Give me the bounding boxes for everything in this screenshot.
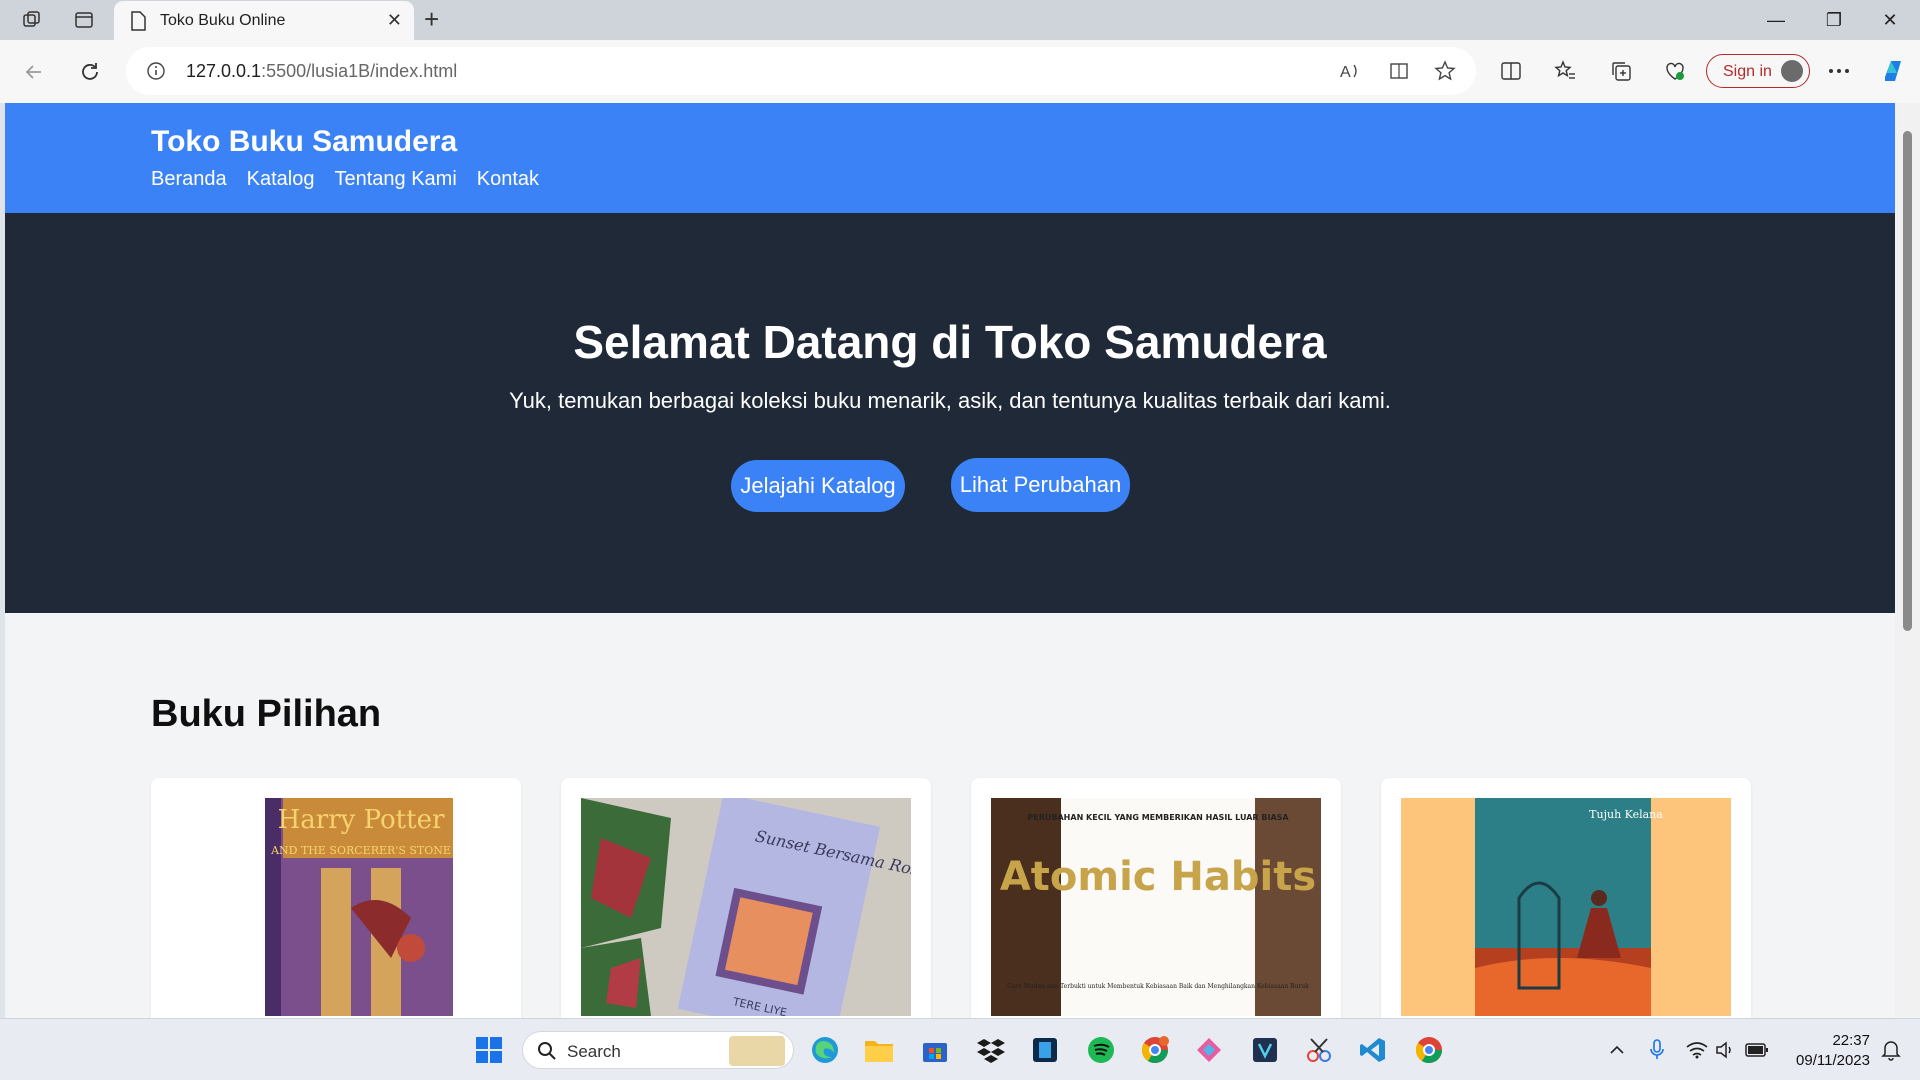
profile-avatar-icon	[1781, 60, 1803, 82]
back-icon[interactable]	[16, 54, 52, 90]
app-icon[interactable]	[1248, 1033, 1282, 1067]
book-card[interactable]: Harry Potter AND THE SORCERER'S STONE	[151, 778, 521, 1018]
microsoft-store-icon[interactable]	[918, 1033, 952, 1067]
book-cover-image: PERUBAHAN KECIL YANG MEMBERIKAN HASIL LU…	[991, 798, 1321, 1016]
url-text[interactable]: 127.0.0.1:5500/lusia1B/index.html	[186, 61, 457, 82]
cover-tagline: PERUBAHAN KECIL YANG MEMBERIKAN HASIL LU…	[1027, 813, 1289, 822]
main-nav: Beranda Katalog Tentang Kami Kontak	[151, 168, 539, 191]
battery-icon[interactable]	[1740, 1033, 1774, 1067]
section-title: Buku Pilihan	[151, 693, 382, 735]
page-icon	[130, 11, 146, 36]
nav-link-katalog[interactable]: Katalog	[247, 168, 315, 191]
explore-catalog-button[interactable]: Jelajahi Katalog	[731, 460, 905, 512]
book-cover-image: Sunset Bersama Rosie TERE LIYE	[581, 798, 911, 1016]
hero-section: Selamat Datang di Toko Samudera Yuk, tem…	[5, 213, 1895, 613]
svg-text:A: A	[1340, 64, 1351, 81]
search-highlight-icon	[729, 1036, 785, 1066]
favorites-icon[interactable]	[1548, 54, 1582, 88]
nav-link-beranda[interactable]: Beranda	[151, 168, 227, 191]
address-bar[interactable]: 127.0.0.1:5500/lusia1B/index.html A	[126, 47, 1476, 95]
cover-title: Harry Potter	[278, 805, 445, 835]
dropbox-icon[interactable]	[974, 1033, 1008, 1067]
book-cover-image: Tujuh Kelana	[1401, 798, 1731, 1016]
taskbar-search[interactable]: Search	[522, 1031, 794, 1069]
show-hidden-icons-icon[interactable]	[1600, 1033, 1634, 1067]
collections-icon[interactable]	[1604, 54, 1638, 88]
chrome-icon[interactable]	[1412, 1033, 1446, 1067]
hero-title: Selamat Datang di Toko Samudera	[573, 316, 1327, 368]
microphone-icon[interactable]	[1640, 1033, 1674, 1067]
minimize-icon[interactable]: —	[1748, 6, 1804, 34]
book-card[interactable]: Tujuh Kelana	[1381, 778, 1751, 1018]
split-screen-icon[interactable]	[1494, 54, 1528, 88]
file-explorer-icon[interactable]	[862, 1033, 896, 1067]
new-tab-icon[interactable]: +	[424, 6, 439, 32]
site-brand[interactable]: Toko Buku Samudera	[151, 125, 457, 159]
tab-title: Toko Buku Online	[160, 12, 286, 29]
cover-subtitle: Cara Mudah dan Terbukti untuk Membentuk …	[1007, 983, 1309, 990]
browser-essentials-icon[interactable]	[1658, 54, 1692, 88]
browser-tab-bar: Toko Buku Online ✕ + — ❐ ✕	[0, 0, 1920, 40]
copilot-icon[interactable]	[1876, 54, 1910, 88]
app-icon[interactable]	[1028, 1033, 1062, 1067]
edge-icon[interactable]	[808, 1033, 842, 1067]
page-scrollbar[interactable]	[1895, 103, 1920, 1018]
site-info-icon[interactable]	[146, 61, 166, 86]
site-header: Toko Buku Samudera Beranda Katalog Tenta…	[5, 103, 1895, 213]
sign-in-button[interactable]: Sign in	[1706, 54, 1810, 88]
active-tab[interactable]: Toko Buku Online ✕	[114, 1, 414, 40]
git-app-icon[interactable]	[1192, 1033, 1226, 1067]
browser-toolbar: 127.0.0.1:5500/lusia1B/index.html A Sign…	[0, 40, 1920, 103]
immersive-reader-icon[interactable]	[1384, 54, 1418, 88]
cover-title: Tujuh Kelana	[1589, 808, 1663, 821]
clock[interactable]: 22:37 09/11/2023	[1784, 1031, 1870, 1071]
tab-actions-icon[interactable]	[70, 8, 98, 32]
start-icon[interactable]	[472, 1033, 506, 1067]
scrollbar-thumb[interactable]	[1903, 131, 1912, 631]
restore-icon[interactable]: ❐	[1806, 6, 1862, 34]
windows-taskbar: Search 22:37 09/11/2023	[0, 1018, 1920, 1080]
vscode-icon[interactable]	[1356, 1033, 1390, 1067]
close-tab-icon[interactable]: ✕	[387, 10, 402, 31]
view-changes-button[interactable]: Lihat Perubahan	[951, 458, 1130, 512]
book-cover-image: Harry Potter AND THE SORCERER'S STONE	[171, 798, 501, 1016]
notification-bell-icon[interactable]	[1874, 1033, 1908, 1067]
snipping-tool-icon[interactable]	[1302, 1033, 1336, 1067]
more-menu-icon[interactable]	[1822, 54, 1856, 88]
hero-subtitle: Yuk, temukan berbagai koleksi buku menar…	[509, 388, 1391, 413]
cover-title: Atomic Habits	[1000, 854, 1316, 900]
spotify-icon[interactable]	[1084, 1033, 1118, 1067]
cover-subtitle: AND THE SORCERER'S STONE	[270, 844, 451, 857]
chrome-profile-icon[interactable]	[1138, 1033, 1172, 1067]
page-viewport: Toko Buku Samudera Beranda Katalog Tenta…	[5, 103, 1895, 1018]
search-icon	[537, 1041, 557, 1066]
book-card[interactable]: PERUBAHAN KECIL YANG MEMBERIKAN HASIL LU…	[971, 778, 1341, 1018]
book-card[interactable]: Sunset Bersama Rosie TERE LIYE	[561, 778, 931, 1018]
close-window-icon[interactable]: ✕	[1862, 6, 1918, 34]
nav-link-tentang-kami[interactable]: Tentang Kami	[334, 168, 456, 191]
volume-icon[interactable]	[1708, 1033, 1742, 1067]
workspaces-icon[interactable]	[18, 8, 46, 32]
favorite-star-icon[interactable]	[1428, 54, 1462, 88]
read-aloud-icon[interactable]: A	[1334, 54, 1368, 88]
nav-link-kontak[interactable]: Kontak	[477, 168, 539, 191]
refresh-icon[interactable]	[72, 54, 108, 90]
